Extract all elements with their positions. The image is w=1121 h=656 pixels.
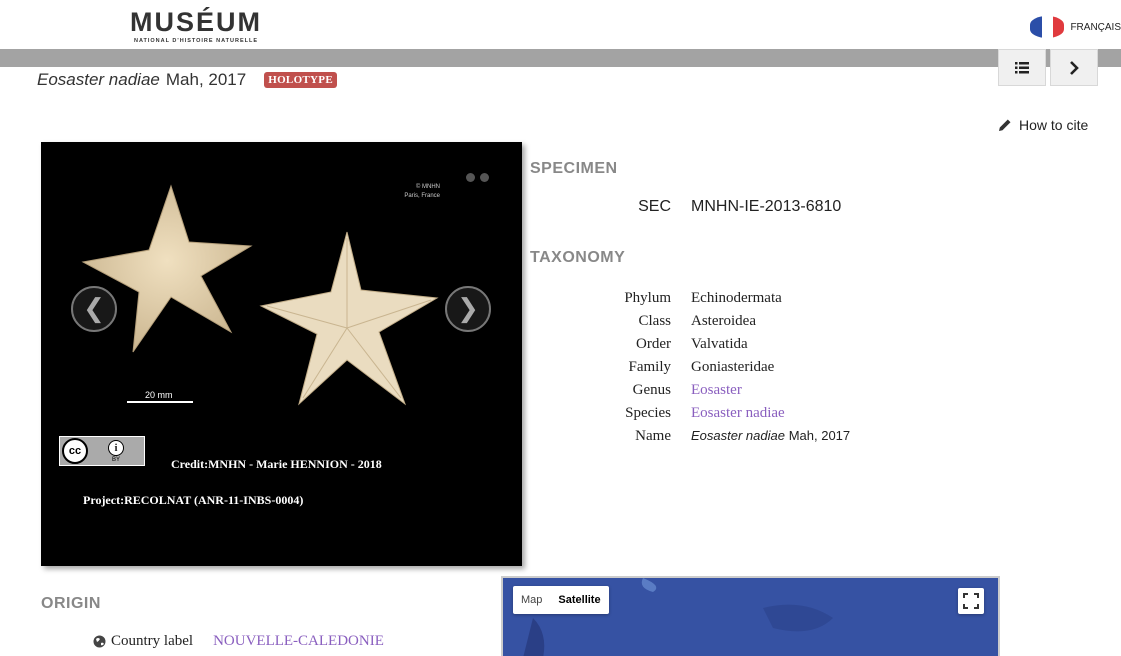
location-map[interactable]: Map Satellite <box>501 576 1000 656</box>
by-label: BY <box>111 456 120 463</box>
taxonomy-key: Name <box>635 428 671 444</box>
taxonomy-table: Phylum Echinodermata Class Asteroidea Or… <box>530 287 930 448</box>
fullscreen-icon <box>963 593 979 609</box>
chevron-left-icon: ❮ <box>83 294 105 324</box>
photo-watermark-line1: © MNHN <box>415 184 440 190</box>
taxon-author: Mah, 2017 <box>165 70 247 89</box>
header-divider-bar <box>0 49 1121 67</box>
taxonomy-name-author: Mah, 2017 <box>788 428 851 443</box>
taxonomy-row-class: Class Asteroidea <box>530 310 930 333</box>
cc-by-license[interactable]: cc i BY <box>59 436 145 466</box>
photo-watermark: © MNHN Paris, France <box>404 183 440 201</box>
cc-icon: cc <box>62 438 88 464</box>
map-view-button[interactable]: Map <box>513 586 550 614</box>
next-image-button[interactable]: ❯ <box>445 286 491 332</box>
map-type-toggle: Map Satellite <box>513 586 609 614</box>
taxonomy-key: Species <box>625 405 671 421</box>
list-view-button[interactable] <box>998 49 1046 86</box>
taxonomy-key: Genus <box>632 382 671 398</box>
slide-indicators <box>466 173 489 182</box>
taxonomy-row-order: Order Valvatida <box>530 333 930 356</box>
country-link[interactable]: NOUVELLE-CALEDONIE <box>213 633 384 650</box>
logo-sub-text: NATIONAL D'HISTOIRE NATURELLE <box>133 38 258 44</box>
taxonomy-row-family: Family Goniasteridae <box>530 356 930 379</box>
taxonomy-row-species: Species Eosaster nadiae <box>530 402 930 425</box>
scale-label: 20 mm <box>145 390 173 400</box>
origin-section-title: ORIGIN <box>41 595 101 612</box>
satellite-view-button[interactable]: Satellite <box>550 586 608 614</box>
taxon-name: Eosaster nadiae <box>37 70 160 89</box>
pencil-icon <box>999 119 1011 131</box>
taxonomy-value: Goniasteridae <box>691 359 775 375</box>
photo-credit: Credit:MNHN - Marie HENNION - 2018 <box>171 457 382 471</box>
taxonomy-value: Echinodermata <box>691 290 782 306</box>
type-status-badge: HOLOTYPE <box>264 72 337 88</box>
slide-dot[interactable] <box>480 173 489 182</box>
species-link[interactable]: Eosaster nadiae <box>691 405 785 422</box>
attribution-icon: i <box>108 439 124 456</box>
language-switch[interactable]: FRANÇAIS <box>1030 16 1121 38</box>
slide-dot[interactable] <box>466 173 475 182</box>
taxonomy-name-italic: Eosaster nadiae <box>691 428 785 443</box>
taxonomy-row-phylum: Phylum Echinodermata <box>530 287 930 310</box>
previous-image-button[interactable]: ❮ <box>71 286 117 332</box>
country-key: Country label <box>111 633 194 649</box>
taxonomy-key: Phylum <box>624 290 671 306</box>
country-row: Country label NOUVELLE-CALEDONIE <box>93 633 384 650</box>
specimen-section-title: SPECIMEN <box>530 160 618 177</box>
language-label: FRANÇAIS <box>1070 21 1121 33</box>
scale-bar <box>127 401 193 403</box>
specimen-image-viewer[interactable]: © MNHN Paris, France ❮ ❯ 20 mm cc i BY C… <box>41 142 522 566</box>
fullscreen-button[interactable] <box>958 588 984 614</box>
taxonomy-value: Valvatida <box>691 336 748 352</box>
chevron-right-icon <box>1070 60 1079 75</box>
taxonomy-key: Class <box>638 313 671 329</box>
next-record-button[interactable] <box>1050 49 1098 86</box>
taxonomy-section-title: TAXONOMY <box>530 249 626 266</box>
taxonomy-key: Order <box>636 336 671 352</box>
photo-watermark-line2: Paris, France <box>404 193 440 199</box>
taxonomy-value: Asteroidea <box>691 313 756 329</box>
list-icon <box>1015 61 1029 73</box>
specimen-value: MNHN-IE-2013-6810 <box>691 198 842 215</box>
specimen-row: SEC MNHN-IE-2013-6810 <box>530 198 930 216</box>
taxonomy-row-name: Name Eosaster nadiae Mah, 2017 <box>530 425 930 448</box>
genus-link[interactable]: Eosaster <box>691 382 742 399</box>
photo-project: Project:RECOLNAT (ANR-11-INBS-0004) <box>83 493 304 507</box>
french-flag-icon <box>1030 16 1065 38</box>
taxonomy-row-genus: Genus Eosaster <box>530 379 930 402</box>
globe-icon <box>93 635 106 648</box>
chevron-right-icon: ❯ <box>457 294 479 324</box>
how-to-cite-label: How to cite <box>1019 117 1089 133</box>
museum-logo[interactable]: MUSÉUM NATIONAL D'HISTOIRE NATURELLE <box>125 8 267 44</box>
taxonomy-name-value: Eosaster nadiae Mah, 2017 <box>691 428 850 445</box>
how-to-cite-link[interactable]: How to cite <box>998 117 1088 133</box>
page: MUSÉUM NATIONAL D'HISTOIRE NATURELLE FRA… <box>0 0 1121 656</box>
record-title: Eosaster nadiae Mah, 2017 HOLOTYPE <box>37 70 337 90</box>
logo-main-text: MUSÉUM <box>130 7 262 37</box>
taxonomy-key: Family <box>628 359 671 375</box>
specimen-key: SEC <box>638 198 671 215</box>
